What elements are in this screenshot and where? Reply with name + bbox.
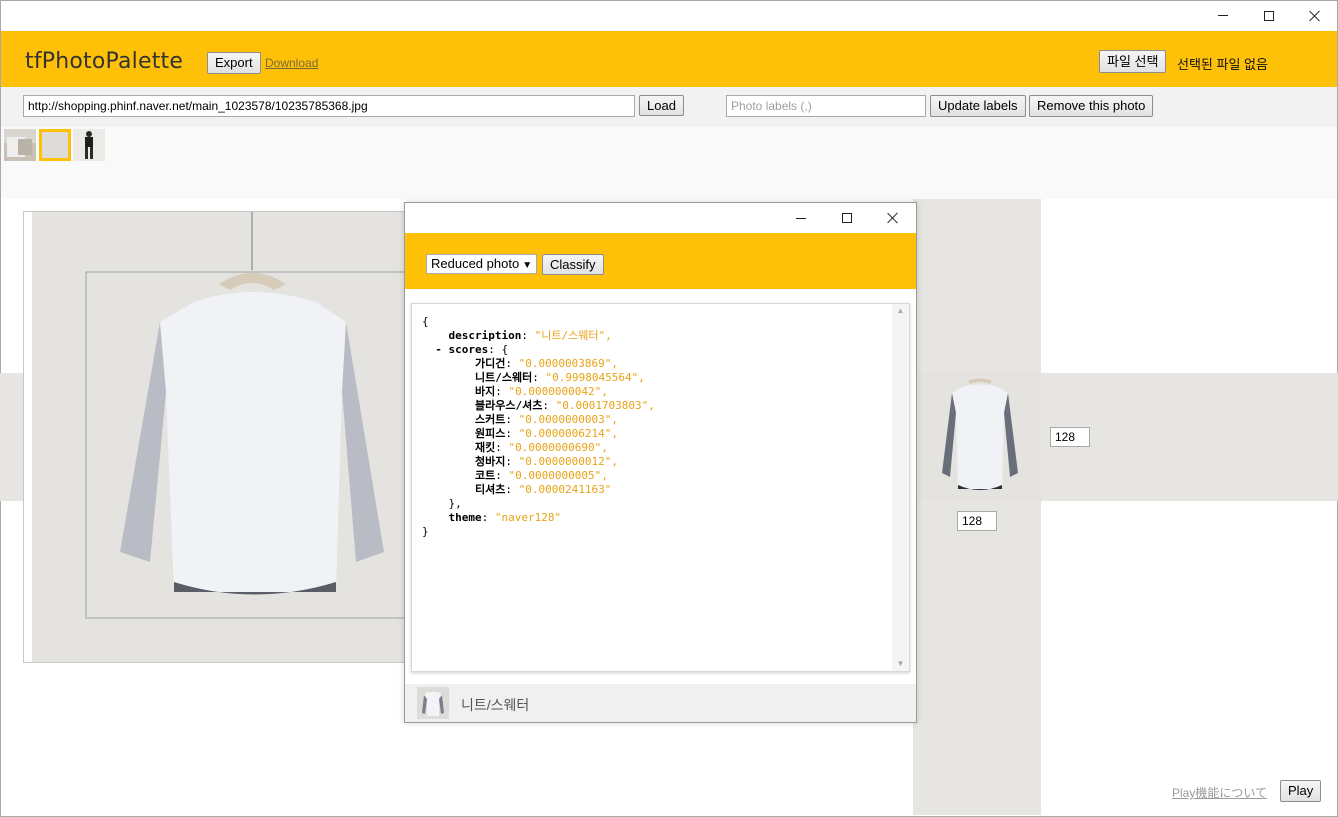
json-line: description: "니트/스웨터", [448,329,612,342]
photo-labels-input[interactable]: Photo labels (,) [726,95,926,117]
thumbnail-2-selected[interactable] [39,129,71,161]
dialog-toolbar: Reduced photo ▼ Classify [405,233,916,289]
update-labels-button[interactable]: Update labels [930,95,1026,117]
reduced-sweater-image [918,373,1042,501]
json-line: 청바지: "0.0000000012", [474,455,618,468]
json-line: 티셔츠: "0.0000241163" [474,483,612,496]
photo-source-select[interactable]: Reduced photo ▼ [426,254,538,274]
close-icon [887,212,899,224]
json-line: 블라우스/셔츠: "0.0001703803", [474,399,655,412]
json-line: 바지: "0.0000000042", [474,385,608,398]
play-button[interactable]: Play [1280,780,1322,802]
result-thumbnail-image [417,687,449,719]
maximize-button[interactable] [1246,0,1292,31]
remove-photo-button[interactable]: Remove this photo [1029,95,1154,117]
json-scrollbar[interactable]: ▲ ▼ [892,304,909,671]
download-link[interactable]: Download [265,56,318,70]
reduced-preview-column [913,199,1041,815]
sweater-photo-image [24,212,422,662]
close-icon [1309,10,1321,22]
json-line: theme: "naver128" [448,511,562,524]
dialog-titlebar [405,203,916,233]
close-button[interactable] [1292,0,1338,31]
json-line: { [422,315,429,328]
thumbnail-1[interactable] [4,129,36,161]
scroll-up-icon[interactable]: ▲ [892,304,909,318]
window-controls [1200,0,1338,31]
url-input[interactable]: http://shopping.phinf.naver.net/main_102… [23,95,635,117]
json-line: 니트/스웨터: "0.9998045564", [474,371,645,384]
minimize-icon [796,217,806,219]
json-line: 원피스: "0.0000006214", [474,427,618,440]
minimize-icon [1218,15,1228,16]
photo-thumbnail-image [73,129,105,161]
dropdown-arrow-icon: ▼ [522,260,533,271]
play-about-link[interactable]: Play機能について [1172,784,1267,801]
load-button[interactable]: Load [639,95,684,116]
json-result-text: { description: "니트/스웨터", - scores: { 가디건… [422,315,655,539]
json-result-panel[interactable]: { description: "니트/스웨터", - scores: { 가디건… [411,303,910,672]
json-line: 코트: "0.0000000005", [474,469,608,482]
json-line: 가디건: "0.0000003869", [474,357,618,370]
result-label: 니트/스웨터 [461,697,530,713]
file-select-button[interactable]: 파일 선택 [1099,50,1167,73]
main-photo [23,211,423,663]
dialog-minimize-button[interactable] [778,203,824,233]
dialog-close-button[interactable] [870,203,916,233]
scroll-down-icon[interactable]: ▼ [892,657,909,671]
app-title: tfPhotoPalette [25,49,184,74]
classify-button[interactable]: Classify [542,254,604,275]
size-input-below[interactable]: 128 [957,511,997,531]
json-line: 재킷: "0.0000000690", [474,441,608,454]
no-file-text: 선택된 파일 없음 [1177,57,1268,72]
json-line: - scores: { [435,343,509,356]
classify-dialog: Reduced photo ▼ Classify { description: "… [404,202,917,723]
json-line: 스커트: "0.0000000003", [474,413,618,426]
dialog-window-controls [778,203,916,233]
result-thumbnail [417,687,449,719]
json-line: } [422,525,429,538]
toolbar: http://shopping.phinf.naver.net/main_102… [1,87,1337,127]
photo-thumbnail-image [4,129,36,161]
app-header: tfPhotoPalette Export Download 파일 선택 선택된… [1,31,1337,87]
thumbnail-strip [1,127,1337,199]
photo-thumbnail-image [42,132,68,158]
photo-source-select-value: Reduced photo [431,256,520,271]
export-button[interactable]: Export [207,52,261,74]
maximize-icon [842,213,852,223]
maximize-icon [1264,10,1274,21]
reduced-photo [918,373,1042,501]
dialog-maximize-button[interactable] [824,203,870,233]
size-input-right[interactable]: 128 [1050,427,1090,447]
json-line: }, [448,497,462,510]
thumbnail-3[interactable] [73,129,105,161]
dialog-result-footer: 니트/스웨터 [405,684,916,722]
minimize-button[interactable] [1200,0,1246,31]
